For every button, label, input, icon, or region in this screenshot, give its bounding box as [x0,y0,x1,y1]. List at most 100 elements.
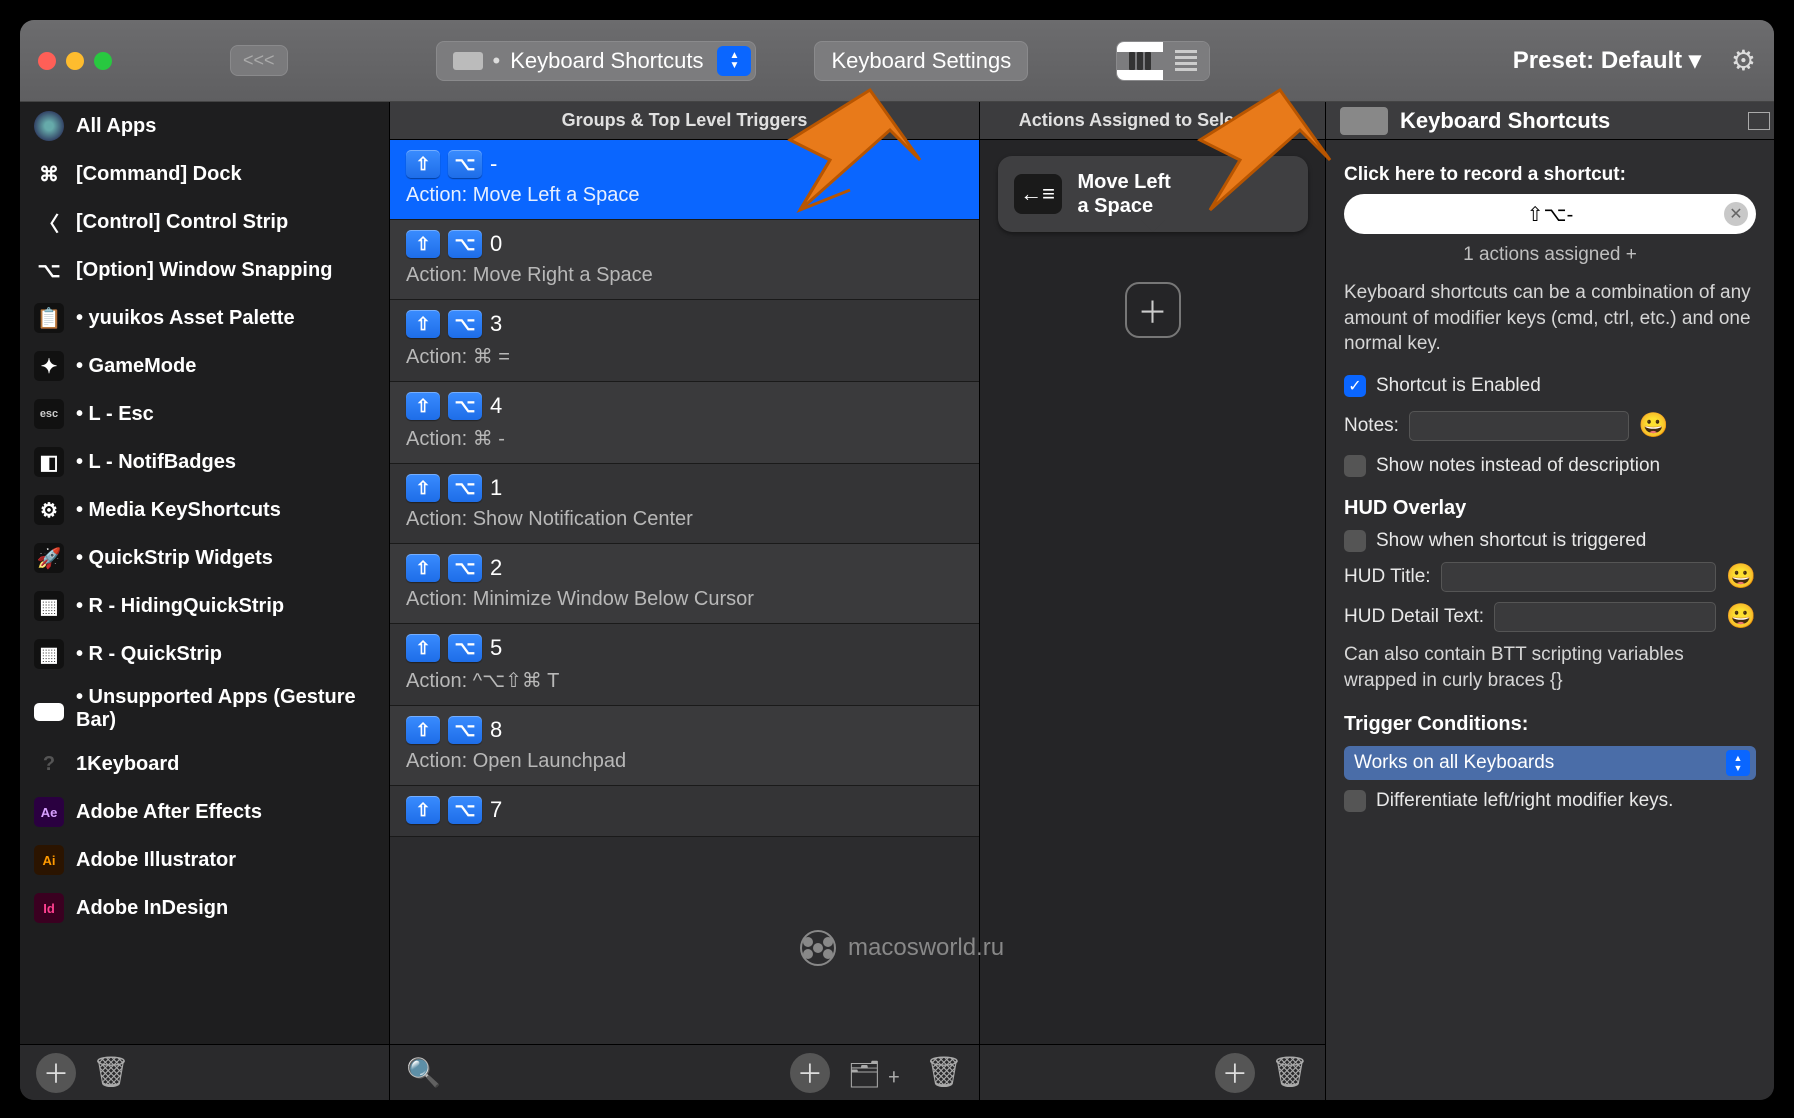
hud-section-header: HUD Overlay [1344,497,1756,520]
shortcut-recorder[interactable]: ⇧⌥- ✕ [1344,194,1756,234]
sidebar-footer: ＋ 🗑 [20,1044,389,1100]
inspector-header: Keyboard Shortcuts [1326,102,1774,140]
conditions-header: Trigger Conditions: [1344,713,1756,736]
emoji-picker-icon[interactable]: 😀 [1639,411,1669,440]
hud-show-label: Show when shortcut is triggered [1376,530,1646,552]
sidebar-item[interactable]: AiAdobe Illustrator [20,836,389,884]
clipboard-icon: 📋 [34,303,64,333]
sidebar-item[interactable]: ?1Keyboard [20,740,389,788]
sidebar-item[interactable]: ▦• R - QuickStrip [20,630,389,678]
hud-show-checkbox[interactable] [1344,530,1366,552]
trigger-row[interactable]: ⇧⌥3 Action: ⌘ = [390,300,979,382]
add-action-button[interactable]: ＋ [1125,282,1181,338]
sidebar-item[interactable]: esc• L - Esc [20,390,389,438]
folder-add-icon[interactable]: 🗂﹢ [848,1054,907,1091]
sidebar-item[interactable]: All Apps [20,102,389,150]
trigger-row[interactable]: ⇧⌥7 [390,786,979,837]
sidebar-item[interactable]: 📋• yuuikos Asset Palette [20,294,389,342]
trigger-row[interactable]: ⇧⌥2 Action: Minimize Window Below Cursor [390,544,979,624]
badge-icon: ◧ [34,447,64,477]
trigger-row[interactable]: ⇧⌥0 Action: Move Right a Space [390,220,979,300]
globe-icon [34,111,64,141]
action-card[interactable]: ←≡ Move Left a Space [998,156,1308,232]
columns-view-icon[interactable] [1117,42,1163,80]
actions-assigned-label[interactable]: 1 actions assigned + [1344,244,1756,266]
zoom-button[interactable] [94,52,112,70]
sidebar-item[interactable]: 🚀• QuickStrip Widgets [20,534,389,582]
triggers-header: Groups & Top Level Triggers [390,102,979,140]
preset-selector[interactable]: Preset: Default ▾ [1513,46,1701,75]
emoji-picker-icon[interactable]: 😀 [1726,562,1756,591]
sidebar-item[interactable]: ⌥[Option] Window Snapping [20,246,389,294]
option-keycap-icon: ⌥ [448,150,482,178]
gear-icon[interactable]: ⚙ [1731,44,1756,77]
minimize-button[interactable] [66,52,84,70]
enabled-checkbox[interactable] [1344,375,1366,397]
hud-detail-input[interactable] [1494,602,1716,632]
hud-detail-label: HUD Detail Text: [1344,606,1484,628]
keyboard-settings-button[interactable]: Keyboard Settings [814,41,1028,81]
trigger-row[interactable]: ⇧⌥5 Action: ^⌥⇧⌘ T [390,624,979,706]
ai-icon: Ai [34,845,64,875]
inspector-column: Keyboard Shortcuts Click here to record … [1326,102,1774,1100]
back-button[interactable]: <<< [230,45,288,76]
sidebar-item[interactable]: • Unsupported Apps (Gesture Bar) [20,678,389,740]
dropdown-arrow-icon [717,46,751,76]
trigger-row[interactable]: ⇧⌥- Action: Move Left a Space [390,140,979,220]
add-button[interactable]: ＋ [36,1053,76,1093]
sidebar-item[interactable]: ⚙• Media KeyShortcuts [20,486,389,534]
trigger-row[interactable]: ⇧⌥4 Action: ⌘ - [390,382,979,464]
differentiate-label: Differentiate left/right modifier keys. [1376,790,1673,812]
sidebar-item[interactable]: AeAdobe After Effects [20,788,389,836]
trigger-type-selector[interactable]: • Keyboard Shortcuts [436,41,757,81]
notes-input[interactable] [1409,411,1629,441]
show-notes-checkbox[interactable] [1344,455,1366,477]
popout-icon[interactable] [1748,112,1770,130]
keyboard-condition-select[interactable]: Works on all Keyboards [1344,746,1756,780]
sidebar-item[interactable]: 〈[Control] Control Strip [20,198,389,246]
trigger-row[interactable]: ⇧⌥8 Action: Open Launchpad [390,706,979,786]
trash-icon[interactable]: 🗑 [92,1055,130,1090]
search-icon[interactable]: 🔍 [406,1056,441,1089]
sidebar-item[interactable]: ▦• R - HidingQuickStrip [20,582,389,630]
close-button[interactable] [38,52,56,70]
record-label: Click here to record a shortcut: [1344,164,1756,186]
grid-icon: ▦ [34,591,64,621]
control-icon: 〈 [34,207,64,237]
help-text: Keyboard shortcuts can be a combination … [1344,280,1756,357]
window-controls [38,52,112,70]
sidebar-item[interactable]: ⌘[Command] Dock [20,150,389,198]
trash-icon[interactable]: 🗑 [1271,1055,1309,1090]
action-card-label: Move Left a Space [1078,170,1171,218]
app-list: All Apps ⌘[Command] Dock 〈[Control] Cont… [20,102,389,1044]
trigger-row[interactable]: ⇧⌥1 Action: Show Notification Center [390,464,979,544]
sidebar-item[interactable]: IdAdobe InDesign [20,884,389,932]
question-icon: ? [34,749,64,779]
emoji-picker-icon[interactable]: 😀 [1726,602,1756,631]
differentiate-checkbox[interactable] [1344,790,1366,812]
command-icon: ⌘ [34,159,64,189]
list-view-icon[interactable] [1163,42,1209,80]
hud-title-input[interactable] [1441,562,1717,592]
gear-icon: ⚙ [34,495,64,525]
option-icon: ⌥ [34,255,64,285]
sidebar-item[interactable]: ✦• GameMode [20,342,389,390]
hud-note: Can also contain BTT scripting variables… [1344,642,1756,693]
move-left-icon: ←≡ [1014,174,1062,214]
view-mode-toggle[interactable] [1116,41,1210,81]
add-button[interactable]: ＋ [1215,1053,1255,1093]
show-notes-label: Show notes instead of description [1376,455,1660,477]
trash-icon[interactable]: 🗑 [925,1055,963,1090]
clear-shortcut-button[interactable]: ✕ [1724,202,1748,226]
add-trigger-button[interactable]: ＋ [790,1053,830,1093]
shift-keycap-icon: ⇧ [406,150,440,178]
id-icon: Id [34,893,64,923]
grid-icon: ▦ [34,639,64,669]
keyboard-icon [1340,107,1388,135]
sidebar: All Apps ⌘[Command] Dock 〈[Control] Cont… [20,102,390,1100]
esc-icon: esc [34,399,64,429]
sidebar-item[interactable]: ◧• L - NotifBadges [20,438,389,486]
hud-title-label: HUD Title: [1344,566,1431,588]
game-icon: ✦ [34,351,64,381]
enabled-label: Shortcut is Enabled [1376,375,1541,397]
